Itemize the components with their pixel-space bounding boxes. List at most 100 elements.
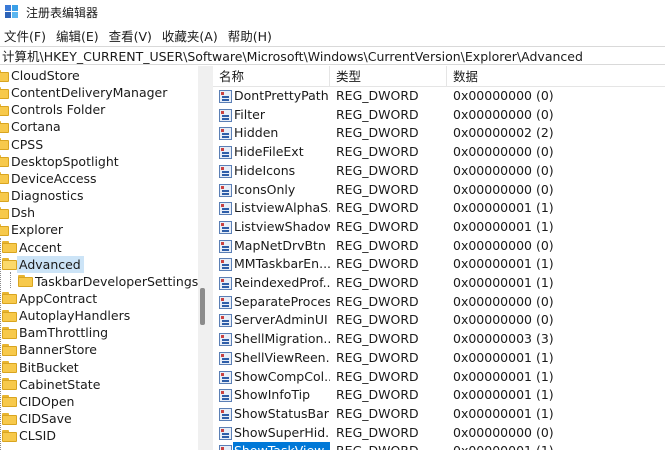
tree-item[interactable]: Accent [2,239,65,256]
folder-icon [2,309,17,322]
reg-binary-value-icon [219,295,232,309]
value-row[interactable]: ShowCompCol... REG_DWORD 0x00000001 (1) [213,368,665,387]
value-data: 0x00000001 (1) [453,218,554,234]
reg-binary-value-icon [219,90,232,103]
menu-edit[interactable]: 编辑(E) [51,26,104,45]
tree-item[interactable]: AutoplayHandlers [2,307,133,324]
tree-item-label: Diagnostics [11,188,84,204]
tree-item[interactable]: Cortana [0,118,64,135]
value-type: REG_DWORD [336,368,419,384]
tree-item[interactable]: DesktopSpotlight [0,153,122,170]
value-name: HideFileExt [234,144,304,160]
tree-item-label: CabinetState [19,376,101,392]
tree-scrollbar-thumb[interactable] [200,288,205,325]
value-row[interactable]: ShowInfoTip REG_DWORD 0x00000001 (1) [213,386,665,405]
tree-scrollbar[interactable] [198,66,208,450]
folder-icon [0,223,9,236]
reg-binary-value-icon [219,407,232,421]
tree-item[interactable]: BannerStore [2,341,100,358]
tree-item[interactable]: Controls Folder [0,101,108,118]
tree-item[interactable]: CabinetState [2,376,103,393]
value-row[interactable]: ServerAdminUI REG_DWORD 0x00000000 (0) [213,311,665,330]
value-row[interactable]: Filter REG_DWORD 0x00000000 (0) [213,106,665,125]
folder-icon [0,120,9,133]
address-bar[interactable]: 计算机\HKEY_CURRENT_USER\Software\Microsoft… [0,46,665,65]
tree-item[interactable]: CPSS [0,136,46,153]
tree-item[interactable]: Advanced [2,255,84,273]
tree-item-label: CPSS [11,136,44,152]
value-row[interactable]: ReindexedProf... REG_DWORD 0x00000001 (1) [213,274,665,293]
value-row[interactable]: ShowSuperHid... REG_DWORD 0x00000000 (0) [213,424,665,443]
value-row[interactable]: MMTaskbarEn... REG_DWORD 0x00000001 (1) [213,255,665,274]
value-row[interactable]: IconsOnly REG_DWORD 0x00000000 (0) [213,181,665,200]
column-name-header[interactable]: 名称 [213,66,330,87]
tree-item[interactable]: DeviceAccess [0,170,100,187]
folder-icon [18,275,33,288]
value-row[interactable]: Hidden REG_DWORD 0x00000002 (2) [213,124,665,143]
tree-item[interactable]: CLSID [2,427,59,444]
reg-binary-value-icon [219,164,232,178]
title-bar: 注册表编辑器 [0,0,665,24]
reg-binary-value-icon [219,146,232,160]
value-data: 0x00000000 (0) [453,424,554,440]
value-type: REG_DWORD [336,331,419,347]
value-name: Filter [234,106,265,122]
value-row[interactable]: ShowTaskView... REG_DWORD 0x00000001 (1) [213,442,665,450]
tree-connector-line [10,272,11,288]
tree-item[interactable]: CIDSave [2,410,75,427]
tree-item[interactable]: CloudStore [0,67,83,84]
tree-item[interactable]: CIDOpen [2,393,77,410]
reg-binary-value-icon [219,108,232,122]
value-name: ShowInfoTip [234,387,311,403]
tree-item-label: Explorer [11,222,64,238]
value-row[interactable]: MapNetDrvBtn REG_DWORD 0x00000000 (0) [213,237,665,256]
menu-file[interactable]: 文件(F) [0,26,51,45]
folder-icon [2,378,17,391]
value-row[interactable]: ListviewAlphaS... REG_DWORD 0x00000001 (1) [213,199,665,218]
column-type-header[interactable]: 类型 [330,66,447,87]
tree-item[interactable]: BitBucket [2,359,82,376]
tree-item[interactable]: Diagnostics [0,187,87,204]
menu-favorites[interactable]: 收藏夹(A) [157,26,223,45]
value-type: REG_DWORD [336,424,419,440]
folder-icon [0,69,9,82]
column-header: 名称 类型 数据 [213,66,665,87]
tree-item[interactable]: AppContract [2,290,100,307]
value-row[interactable]: ShowStatusBar REG_DWORD 0x00000001 (1) [213,405,665,424]
value-data: 0x00000001 (1) [453,387,554,403]
reg-binary-value-icon [219,389,232,403]
value-name: IconsOnly [234,181,296,197]
value-row[interactable]: SeparateProcess REG_DWORD 0x00000000 (0) [213,293,665,312]
tree-item[interactable]: BamThrottling [2,324,111,341]
menu-bar: 文件(F) 编辑(E) 查看(V) 收藏夹(A) 帮助(H) [0,25,665,46]
column-data-header[interactable]: 数据 [447,66,665,87]
value-type: REG_DWORD [336,200,419,216]
value-row[interactable]: DontPrettyPath REG_DWORD 0x00000000 (0) [213,87,665,106]
tree-item-label: AppContract [19,290,98,306]
value-row[interactable]: HideIcons REG_DWORD 0x00000000 (0) [213,162,665,181]
tree-item[interactable]: Dsh [0,204,38,221]
value-name: DontPrettyPath [234,88,329,103]
value-data: 0x00000002 (2) [453,125,554,141]
reg-binary-value-icon [219,351,232,365]
value-type: REG_DWORD [336,405,419,421]
value-name: ListviewAlphaS... [234,200,330,216]
tree-item[interactable]: ContentDeliveryManager [0,84,170,101]
tree-item[interactable]: Explorer [0,221,66,238]
reg-binary-value-icon [219,277,232,290]
value-row[interactable]: ShellViewReen... REG_DWORD 0x00000001 (1) [213,349,665,368]
value-type: REG_DWORD [336,275,419,290]
tree-item-label: TaskbarDeveloperSettings [35,273,198,289]
folder-icon [2,343,17,356]
value-name: Hidden [234,125,279,141]
reg-binary-value-icon [219,127,232,141]
tree-item-label: Controls Folder [11,102,106,118]
menu-view[interactable]: 查看(V) [104,26,157,45]
folder-icon [0,86,9,99]
value-row[interactable]: HideFileExt REG_DWORD 0x00000000 (0) [213,143,665,162]
tree-item-label: Dsh [11,205,36,221]
menu-help[interactable]: 帮助(H) [223,26,277,45]
tree-item[interactable]: TaskbarDeveloperSettings [18,273,198,290]
value-row[interactable]: ListviewShadow REG_DWORD 0x00000001 (1) [213,218,665,237]
value-row[interactable]: ShellMigration... REG_DWORD 0x00000003 (3) [213,330,665,349]
